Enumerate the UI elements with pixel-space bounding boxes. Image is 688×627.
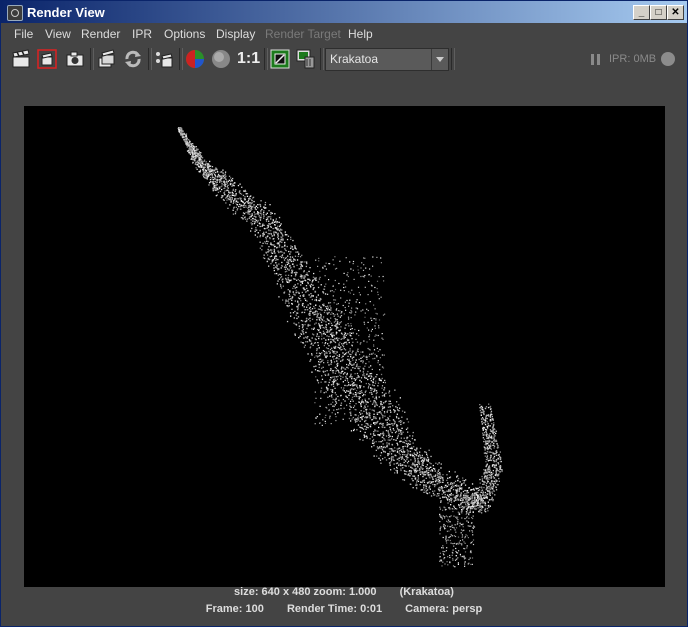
window-title: Render View: [27, 5, 105, 20]
ipr-status-icon[interactable]: [661, 52, 675, 66]
render-view-window: Render View _ □ ✕ File View Render IPR O…: [0, 0, 688, 627]
toolbar-separator: [264, 48, 268, 70]
menu-bar: File View Render IPR Options Display Ren…: [1, 23, 687, 45]
keep-image-icon[interactable]: [154, 49, 174, 69]
menu-render[interactable]: Render: [81, 27, 120, 41]
image-size-text: size: 640 x 480 zoom: 1.000: [234, 586, 377, 598]
render-region-icon[interactable]: [37, 49, 57, 69]
title-bar[interactable]: Render View _ □ ✕: [1, 1, 687, 23]
maya-app-icon: [7, 5, 23, 21]
menu-options[interactable]: Options: [164, 27, 205, 41]
maximize-button[interactable]: □: [650, 5, 667, 20]
status-line-2: Frame: 100 Render Time: 0:01 Camera: per…: [1, 603, 687, 615]
renderer-dropdown[interactable]: Krakatoa: [325, 48, 449, 71]
redo-render-icon[interactable]: [11, 49, 31, 69]
status-line-1: size: 640 x 480 zoom: 1.000 (Krakatoa): [1, 586, 687, 598]
render-viewport: size: 640 x 480 zoom: 1.000 (Krakatoa) F…: [1, 73, 687, 626]
toolbar-separator: [451, 48, 455, 70]
alpha-channel-icon[interactable]: [211, 49, 231, 69]
menu-display[interactable]: Display: [216, 27, 255, 41]
refresh-icon[interactable]: [123, 49, 143, 69]
render-time-text: Render Time: 0:01: [286, 603, 383, 615]
menu-view[interactable]: View: [45, 27, 71, 41]
menu-file[interactable]: File: [14, 27, 33, 41]
close-button[interactable]: ✕: [667, 5, 684, 20]
renderer-name-text: (Krakatoa): [399, 586, 454, 598]
remove-image-icon[interactable]: [296, 49, 316, 69]
real-size-button[interactable]: 1:1: [237, 49, 261, 69]
menu-help[interactable]: Help: [348, 27, 373, 41]
camera-text: Camera: persp: [405, 603, 483, 615]
toolbar-separator: [90, 48, 94, 70]
ipr-memory-label: IPR: 0MB: [609, 53, 657, 65]
menu-render-target: Render Target: [265, 27, 341, 41]
minimize-button[interactable]: _: [633, 5, 650, 20]
menu-ipr[interactable]: IPR: [132, 27, 152, 41]
snapshot-icon[interactable]: [65, 49, 85, 69]
frame-text: Frame: 100: [205, 603, 264, 615]
renderer-dropdown-value: Krakatoa: [330, 52, 379, 66]
toolbar: 1:1 Krakatoa IPR: 0MB: [1, 45, 687, 73]
toolbar-separator: [179, 48, 183, 70]
render-image[interactable]: [24, 106, 665, 587]
render-sequence-icon[interactable]: [97, 49, 117, 69]
toolbar-separator: [148, 48, 152, 70]
chevron-down-icon[interactable]: [431, 49, 448, 70]
color-management-icon[interactable]: [270, 49, 290, 69]
pause-icon[interactable]: [591, 54, 601, 65]
toolbar-separator: [320, 48, 324, 70]
color-channels-icon[interactable]: [185, 49, 205, 69]
